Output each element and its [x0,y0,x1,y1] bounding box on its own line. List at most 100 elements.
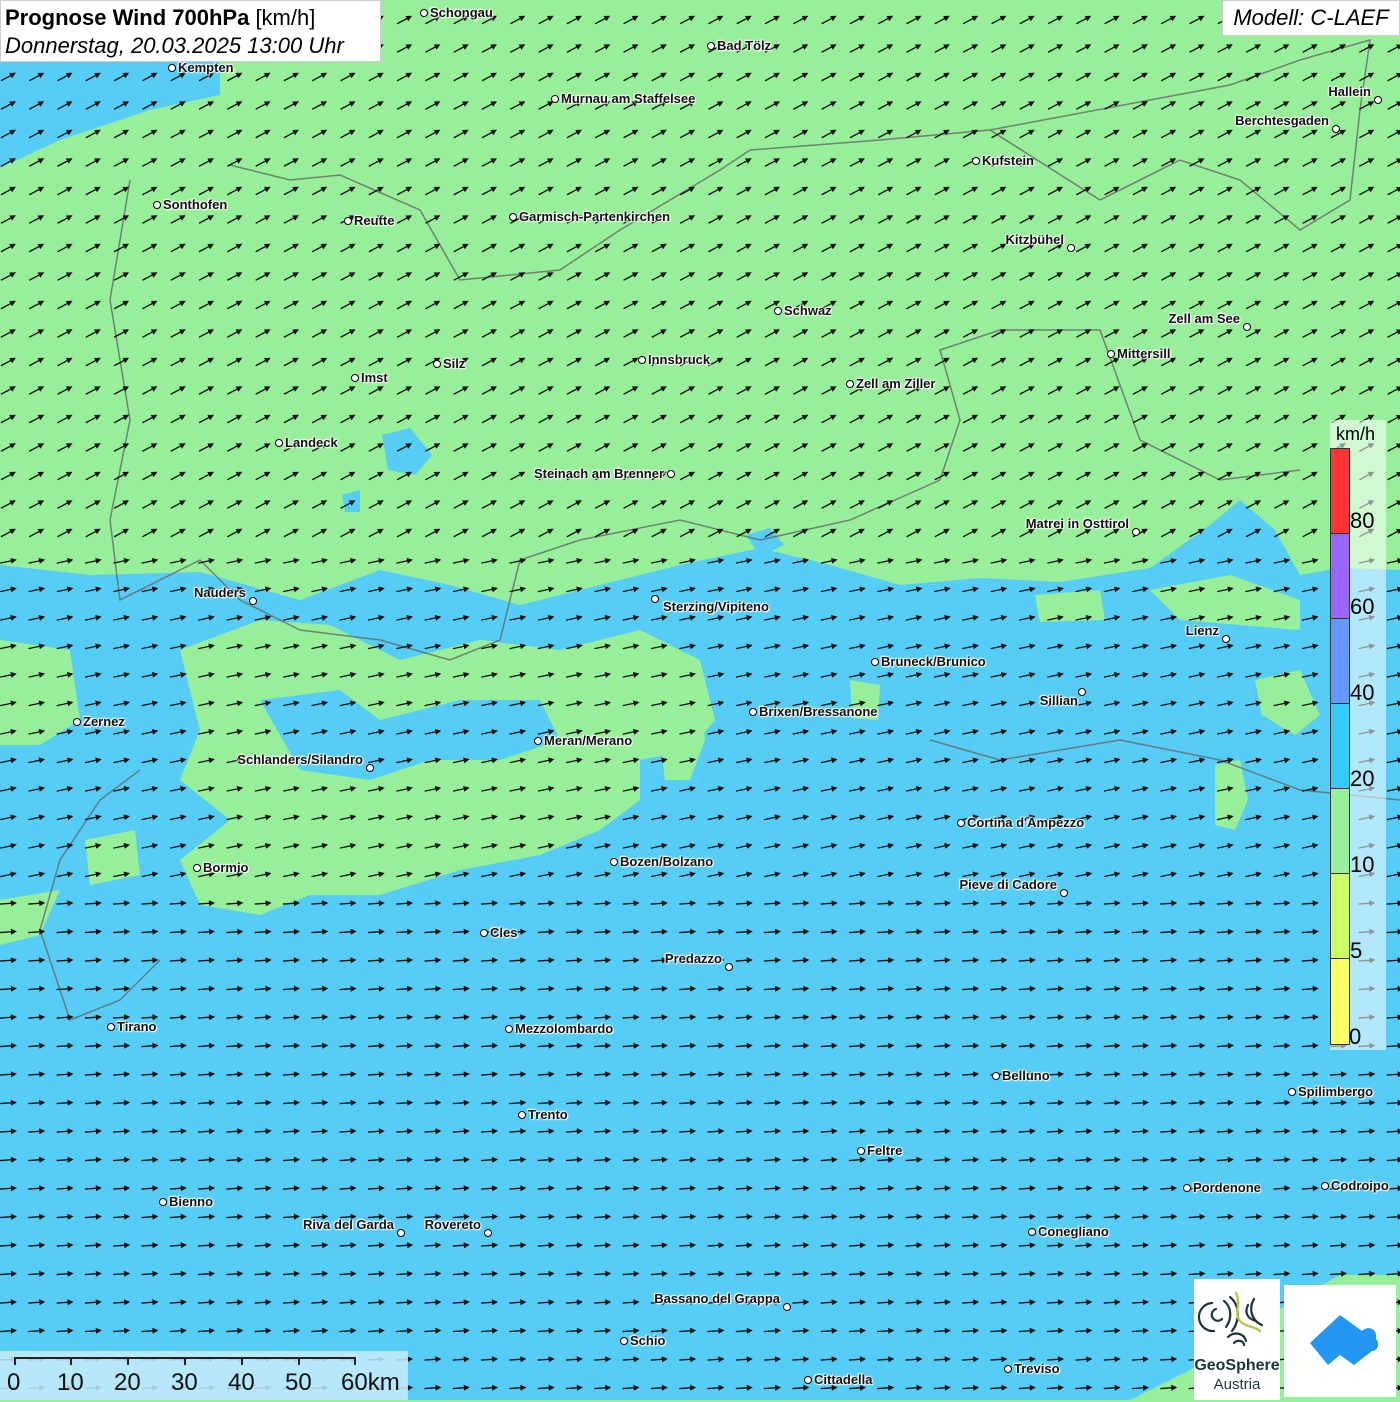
city-label: Reutte [354,214,394,228]
city-label: Tirano [117,1020,157,1034]
city-label: Cortina d'Ampezzo [967,816,1084,830]
city-dot [351,374,359,382]
city-dot [725,963,733,971]
partner-logo[interactable] [1284,1285,1396,1397]
mountain-cloud-icon [1284,1285,1396,1397]
city-label: Schwaz [784,304,832,318]
color-bar-segment [1331,449,1349,534]
legend-unit: km/h [1336,424,1375,445]
city-dot [846,380,854,388]
city-label: Schongau [430,6,493,20]
scale-tick [127,1357,129,1365]
legend-tick: 10 [1350,854,1374,876]
city-label: Landeck [285,436,338,450]
city-label: Feltre [867,1144,902,1158]
city-dot [249,597,257,605]
city-dot [153,201,161,209]
city-label: Bruneck/Brunico [881,655,986,669]
city-dot [610,858,618,866]
legend-tick: 40 [1350,682,1374,704]
city-label: Cles [490,926,517,940]
geosphere-logo[interactable]: GeoSphere Austria [1194,1279,1280,1400]
color-bar-segment [1331,959,1349,1044]
city-dot [857,1147,865,1155]
city-label: Rovereto [425,1218,481,1232]
city-label: Matrei in Osttirol [1026,517,1129,531]
city-label: Bormio [203,861,249,875]
city-label: Meran/Merano [544,734,632,748]
city-label: Schlanders/Silandro [237,753,363,767]
city-dot [1060,889,1068,897]
city-dot [168,64,176,72]
model-label: Modell: C-LAEF [1222,0,1400,36]
city-dot [551,95,559,103]
title-main: Prognose Wind 700hPa [5,5,249,30]
city-dot [366,764,374,772]
legend-tick: 80 [1350,510,1374,532]
city-label: Murnau am Staffelsee [561,92,695,106]
city-label: Bozen/Bolzano [620,855,713,869]
city-label: Sonthofen [163,198,227,212]
city-dot [1288,1088,1296,1096]
city-label: Sillian [1040,694,1078,708]
city-label: Conegliano [1038,1225,1109,1239]
city-dot [1332,125,1340,133]
legend-tick: 20 [1350,768,1374,790]
scale-label: 40 [228,1370,255,1396]
calm-patch [1035,590,1105,622]
city-label: Innsbruck [648,353,710,367]
city-label: Pieve di Cadore [959,878,1057,892]
city-dot [1243,323,1251,331]
city-label: Zell am Ziller [856,377,935,391]
city-label: Cittadella [814,1373,873,1387]
city-dot [397,1229,405,1237]
scale-label: 50 [285,1370,312,1396]
city-label: Bassano del Grappa [654,1292,780,1306]
geosphere-emblem-icon [1194,1279,1280,1359]
scale-label: 20 [114,1370,141,1396]
city-dot [667,470,675,478]
city-label: Spilimbergo [1298,1085,1373,1099]
scale-tick [241,1357,243,1365]
city-label: Sterzing/Vipiteno [663,600,769,614]
city-dot [1132,528,1140,536]
city-dot [1321,1182,1329,1190]
city-label: Mezzolombardo [515,1022,613,1036]
city-dot [480,929,488,937]
city-label: Trento [528,1108,568,1122]
city-dot [433,360,441,368]
scale-tick [70,1357,72,1365]
city-dot [638,356,646,364]
city-dot [957,819,965,827]
city-label: Nauders [194,586,246,600]
city-label: Brixen/Bressanone [759,705,878,719]
scale-tick [14,1357,16,1365]
city-label: Zernez [83,715,125,729]
legend-tick: 0 [1349,1026,1361,1048]
city-label: Hallein [1328,85,1371,99]
city-label: Treviso [1014,1362,1060,1376]
scale-tick [184,1357,186,1365]
city-dot [1107,350,1115,358]
city-dot [783,1303,791,1311]
city-dot [871,658,879,666]
city-dot [420,9,428,17]
color-bar-segment [1331,874,1349,959]
city-dot [193,864,201,872]
city-dot [159,1198,167,1206]
city-label: Bad Tölz [717,39,771,53]
city-dot [509,213,517,221]
color-bar-segment [1331,704,1349,789]
city-dot [651,595,659,603]
color-bar-segment [1331,619,1349,704]
scale-tick [354,1357,356,1365]
title-box: Prognose Wind 700hPa [km/h] Donnerstag, … [0,0,381,62]
city-dot [73,718,81,726]
color-bar-segment [1331,789,1349,874]
scale-label: 0 [7,1370,20,1396]
city-label: Kempten [178,61,234,75]
city-dot [774,307,782,315]
city-dot [344,217,352,225]
city-dot [275,439,283,447]
city-label: Riva del Garda [303,1218,394,1232]
